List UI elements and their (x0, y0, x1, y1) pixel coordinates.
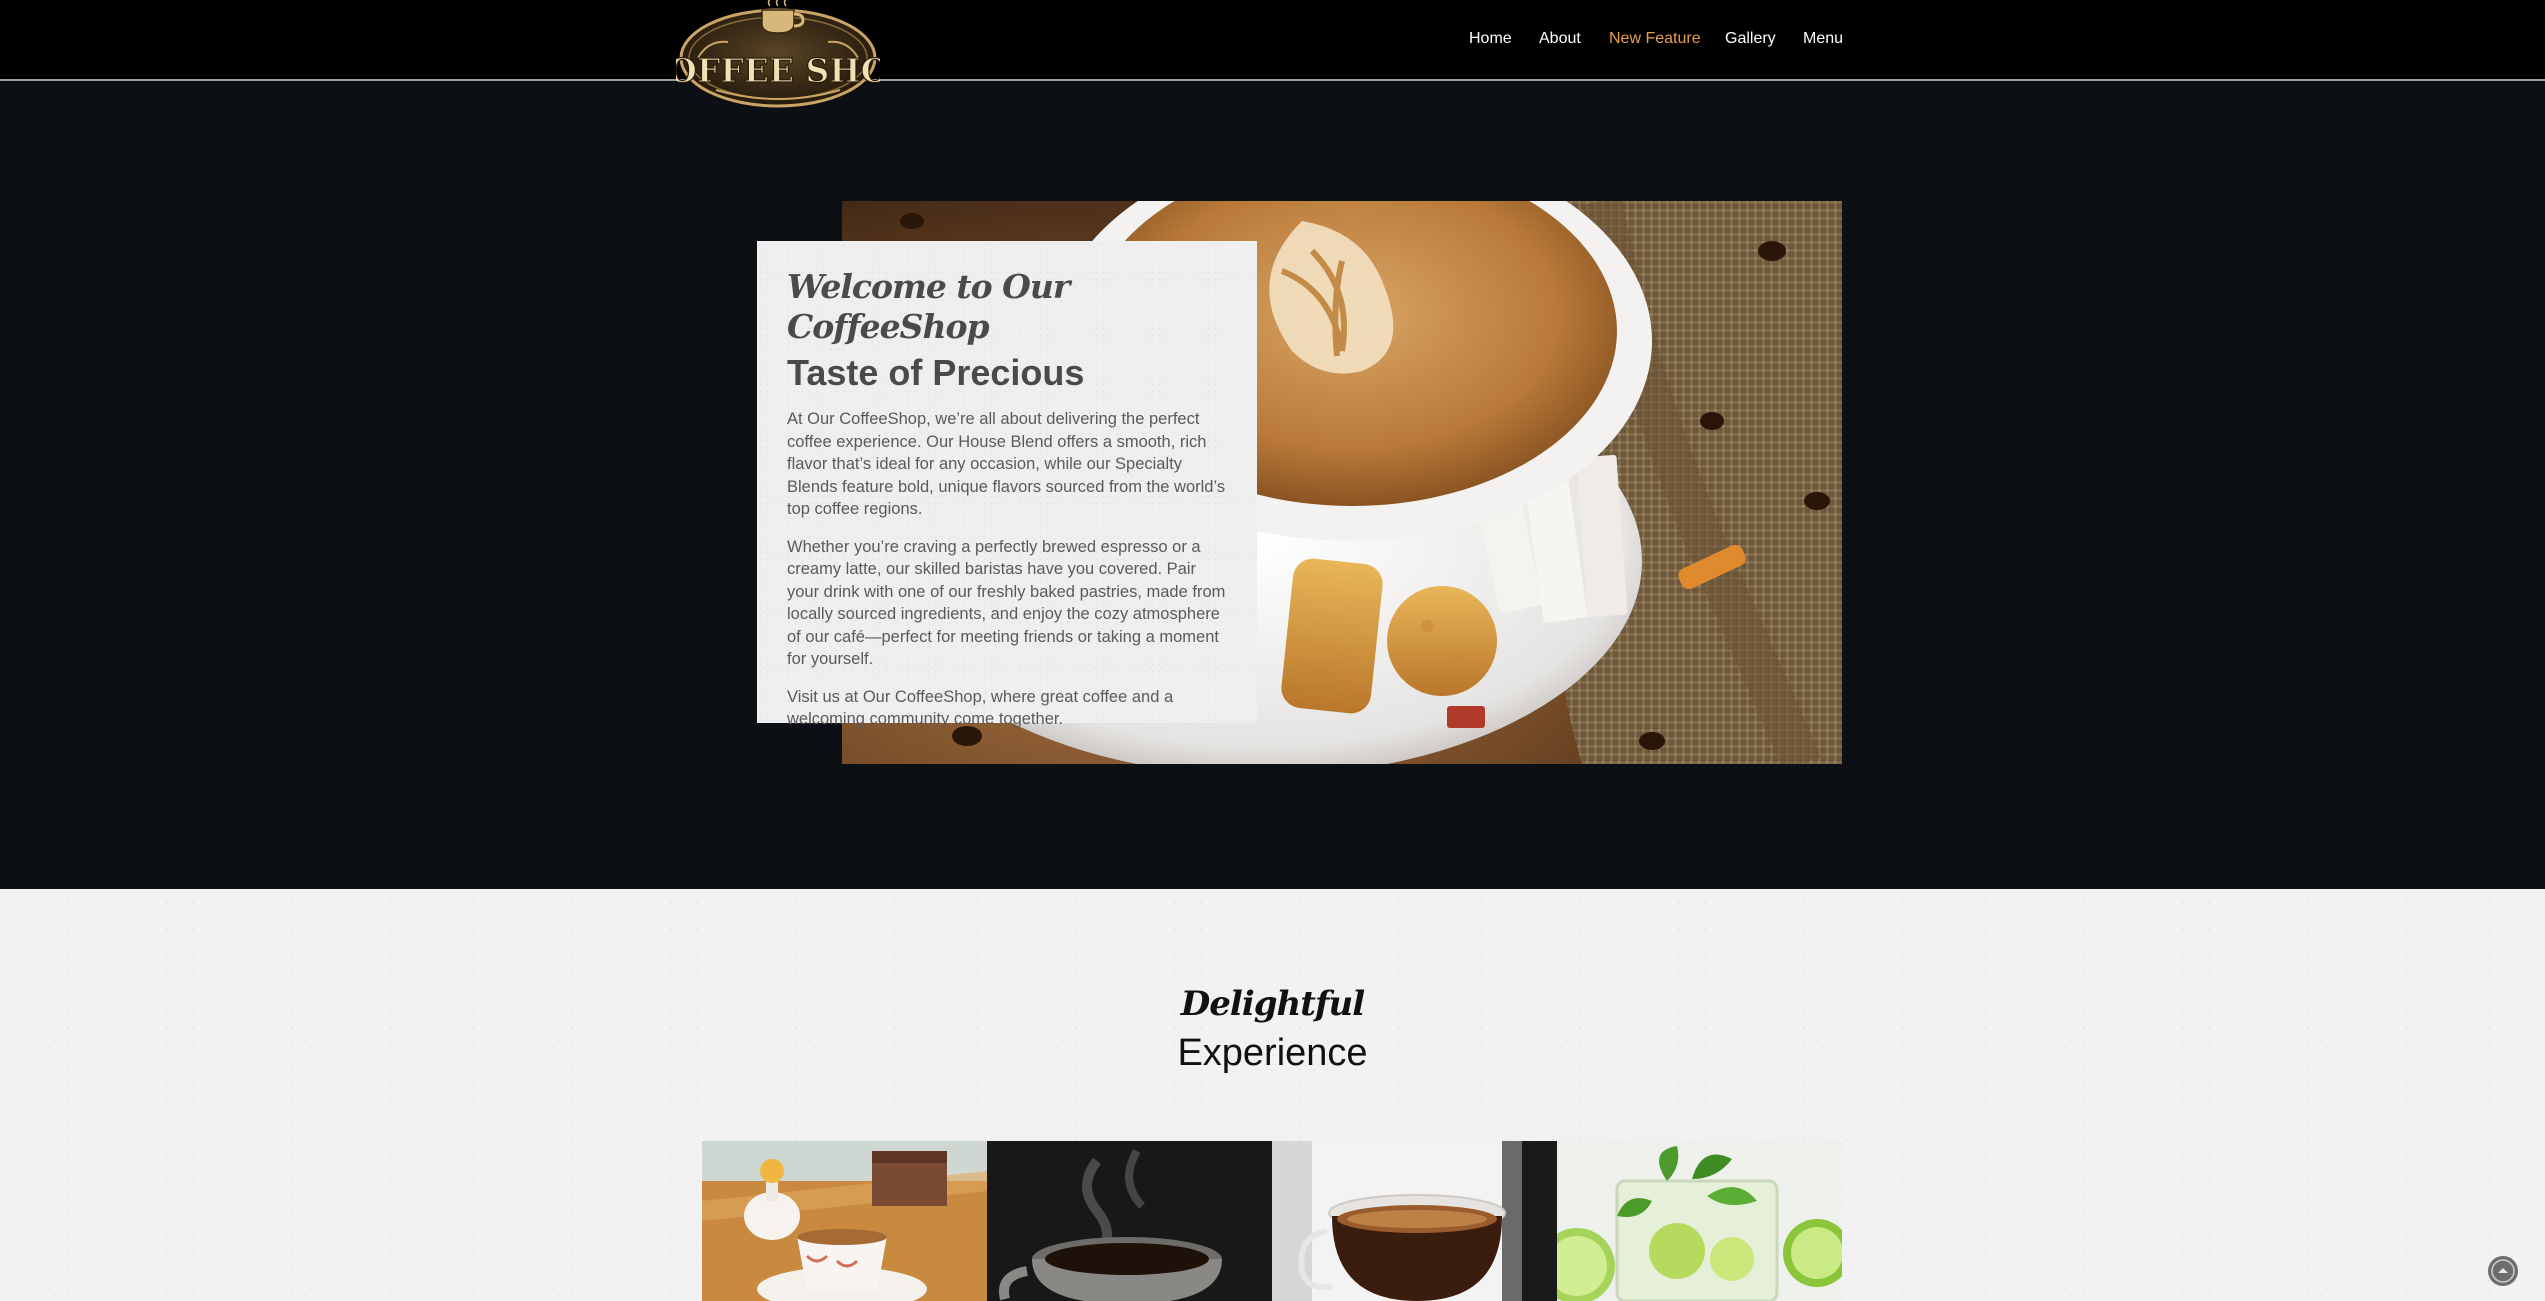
welcome-title: Welcome to Our CoffeeShop (787, 267, 1070, 346)
welcome-paragraph-3: Visit us at Our CoffeeShop, where great … (787, 687, 1174, 729)
gallery-image-steaming-cup[interactable] (987, 1141, 1272, 1301)
nav-gallery-link[interactable]: Gallery (1725, 30, 1776, 48)
section-title: Experience (1177, 1032, 1368, 1074)
section-script-title: Delightful (1180, 984, 1365, 1024)
experience-section: Delightful Experience (0, 889, 2545, 1301)
welcome-subtitle: Taste of Precious (787, 352, 1085, 393)
scroll-to-top-button[interactable] (2488, 1256, 2518, 1286)
nav-new-feature-link[interactable]: New Feature (1609, 30, 1701, 48)
welcome-card: Welcome to Our CoffeeShop Taste of Preci… (757, 241, 1257, 728)
nav-home-link[interactable]: Home (1469, 30, 1512, 48)
gallery-image-glass-espresso[interactable] (1272, 1141, 1557, 1301)
experience-gallery (702, 1141, 1842, 1301)
logo-wordmark: COFFEE SHOP (676, 51, 880, 90)
nav-menu-link[interactable]: Menu (1803, 30, 1843, 48)
chevron-up-icon (2491, 1259, 2515, 1283)
top-navigation-bar: Home About New Feature Gallery Menu (0, 0, 2545, 81)
main-nav: Home About New Feature Gallery Menu (0, 30, 2545, 52)
gallery-image-espresso-table[interactable] (702, 1141, 987, 1301)
welcome-paragraph-1: At Our CoffeeShop, we’re all about deliv… (787, 410, 1226, 518)
welcome-paragraph-2: Whether you’re craving a perfectly brewe… (787, 537, 1226, 669)
coffee-shop-logo[interactable]: COFFEE SHOP (641, 0, 915, 110)
nav-about-link[interactable]: About (1539, 30, 1581, 48)
gallery-image-lime-drink[interactable] (1557, 1141, 1842, 1301)
